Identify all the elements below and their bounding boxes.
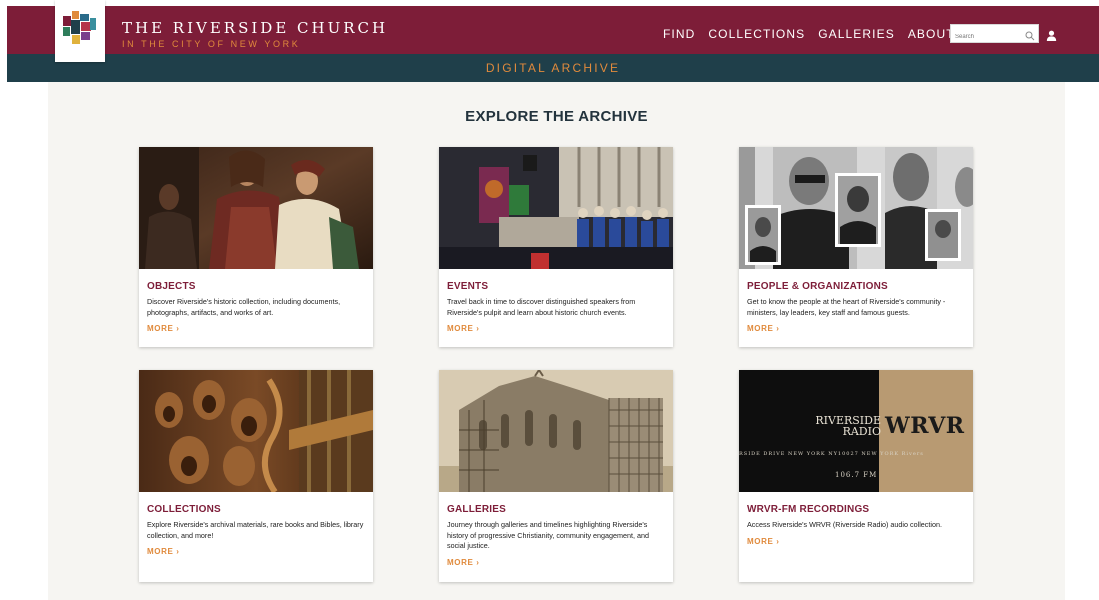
nav-about-label: ABOUT <box>907 27 955 41</box>
card-image-people <box>739 147 973 269</box>
site-subtitle: IN THE CITY OF NEW YORK <box>122 39 301 49</box>
more-link[interactable]: MORE › <box>147 547 180 556</box>
card-title: OBJECTS <box>147 281 196 292</box>
card-title: WRVR-FM RECORDINGS <box>747 504 870 515</box>
more-link[interactable]: MORE › <box>747 537 780 546</box>
archive-title: DIGITAL ARCHIVE <box>485 61 621 75</box>
main-nav: FIND COLLECTIONS GALLERIES ABOUT▾ <box>663 27 962 41</box>
card-description: Travel back in time to discover distingu… <box>447 297 636 317</box>
card-title: COLLECTIONS <box>147 504 221 515</box>
card-wrvr-recordings[interactable]: RIVERSIDE RADIO WRVR RSIDE DRIVE NEW YOR… <box>739 370 973 582</box>
card-title: EVENTS <box>447 281 489 292</box>
main-content: EXPLORE THE ARCHIVE OBJECTS Discover Riv… <box>48 82 1065 600</box>
radio-name: RIVERSIDE RADIO <box>795 415 881 437</box>
card-title: GALLERIES <box>447 504 507 515</box>
card-description: Access Riverside's WRVR (Riverside Radio… <box>747 520 942 529</box>
user-icon[interactable] <box>1046 28 1057 46</box>
nav-galleries[interactable]: GALLERIES <box>818 27 895 41</box>
card-objects[interactable]: OBJECTS Discover Riverside's historic co… <box>139 147 373 347</box>
card-events[interactable]: EVENTS Travel back in time to discover d… <box>439 147 673 347</box>
search-box <box>950 24 1039 46</box>
nav-find[interactable]: FIND <box>663 27 695 41</box>
card-image-objects <box>139 147 373 269</box>
radio-name-line2: RADIO <box>842 425 881 438</box>
card-description: Explore Riverside's archival materials, … <box>147 520 364 540</box>
address-strip: RSIDE DRIVE NEW YORK NY10027 NEW YORK Ri… <box>739 451 924 457</box>
card-description: Get to know the people at the heart of R… <box>747 297 946 317</box>
sub-header-bar: DIGITAL ARCHIVE <box>7 54 1099 82</box>
card-image-events <box>439 147 673 269</box>
site-title[interactable]: THE RIVERSIDE CHURCH <box>122 19 388 37</box>
more-link[interactable]: MORE › <box>447 558 480 567</box>
page-title: EXPLORE THE ARCHIVE <box>465 108 648 125</box>
church-logo-icon <box>63 11 96 44</box>
card-image-collections <box>139 370 373 492</box>
search-icon[interactable] <box>1025 28 1035 46</box>
logo[interactable] <box>55 0 105 62</box>
card-description: Discover Riverside's historic collection… <box>147 297 341 317</box>
search-input[interactable] <box>951 28 1025 46</box>
card-image-galleries <box>439 370 673 492</box>
card-people-organizations[interactable]: PEOPLE & ORGANIZATIONS Get to know the p… <box>739 147 973 347</box>
card-title: PEOPLE & ORGANIZATIONS <box>747 281 888 292</box>
card-image-wrvr: RIVERSIDE RADIO WRVR RSIDE DRIVE NEW YOR… <box>739 370 973 492</box>
more-link[interactable]: MORE › <box>447 324 480 333</box>
nav-collections[interactable]: COLLECTIONS <box>708 27 805 41</box>
card-collections[interactable]: COLLECTIONS Explore Riverside's archival… <box>139 370 373 582</box>
card-galleries[interactable]: GALLERIES Journey through galleries and … <box>439 370 673 582</box>
frequency-label: 106.7 FM <box>835 471 878 479</box>
top-header-bar: THE RIVERSIDE CHURCH IN THE CITY OF NEW … <box>7 6 1099 54</box>
more-link[interactable]: MORE › <box>747 324 780 333</box>
more-link[interactable]: MORE › <box>147 324 180 333</box>
wrvr-call-sign: WRVR <box>885 413 965 439</box>
card-description: Journey through galleries and timelines … <box>447 520 650 550</box>
